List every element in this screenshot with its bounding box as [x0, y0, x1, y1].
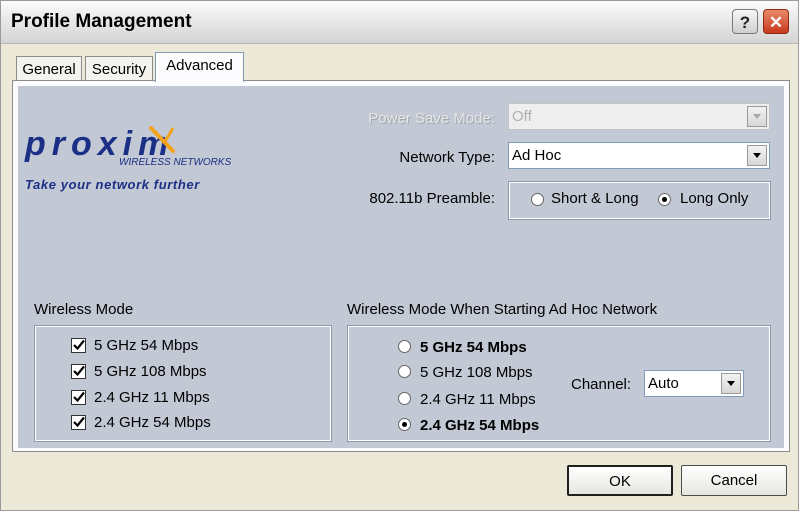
title-bar[interactable]: Profile Management ? ✕ [1, 1, 798, 44]
preamble-long-only-label[interactable]: Long Only [680, 190, 748, 207]
adhoc-label-4[interactable]: 2.4 GHz 54 Mbps [420, 417, 539, 434]
power-save-select[interactable]: Off [508, 103, 770, 130]
adhoc-label-1[interactable]: 5 GHz 54 Mbps [420, 339, 527, 356]
adhoc-radio-3[interactable] [398, 392, 411, 405]
channel-select[interactable]: Auto [644, 370, 744, 397]
ok-button[interactable]: OK [567, 465, 673, 496]
preamble-label: 802.11b Preamble: [369, 190, 495, 207]
logo-tagline: Take your network further [25, 177, 200, 192]
wireless-mode-title: Wireless Mode [34, 301, 134, 318]
channel-value: Auto [648, 375, 679, 392]
preamble-long-only-radio[interactable] [658, 193, 671, 206]
help-button[interactable]: ? [732, 9, 758, 34]
adhoc-radio-1[interactable] [398, 340, 411, 353]
logo-sub-text: WIRELESS NETWORKS [119, 157, 232, 168]
preamble-short-long-label[interactable]: Short & Long [551, 190, 639, 207]
profile-management-dialog: Profile Management ? ✕ General Security … [0, 0, 799, 511]
channel-label: Channel: [571, 376, 632, 393]
wireless-mode-check-4[interactable] [71, 415, 86, 430]
cancel-button[interactable]: Cancel [681, 465, 787, 496]
wireless-mode-label-3[interactable]: 2.4 GHz 11 Mbps [94, 389, 210, 406]
proxim-logo: proxim WIRELESS NETWORKS Take your netwo… [23, 115, 243, 195]
help-icon: ? [739, 13, 751, 32]
network-type-label: Network Type: [399, 149, 495, 166]
wireless-mode-check-2[interactable] [71, 364, 86, 379]
close-button[interactable]: ✕ [763, 9, 789, 34]
adhoc-label-2[interactable]: 5 GHz 108 Mbps [420, 364, 533, 381]
proxim-logo-graphic: proxim WIRELESS NETWORKS Take your netwo… [24, 125, 232, 192]
chevron-down-icon [721, 373, 741, 394]
adhoc-mode-title: Wireless Mode When Starting Ad Hoc Netwo… [347, 301, 658, 318]
window-title: Profile Management [11, 11, 192, 32]
adhoc-label-3[interactable]: 2.4 GHz 11 Mbps [420, 391, 536, 408]
tab-general[interactable]: General [16, 56, 82, 82]
wireless-mode-check-1[interactable] [71, 338, 86, 353]
wireless-mode-label-2[interactable]: 5 GHz 108 Mbps [94, 363, 207, 380]
adhoc-radio-4[interactable] [398, 418, 411, 431]
chevron-down-icon [747, 145, 767, 166]
tab-security[interactable]: Security [85, 56, 153, 82]
wireless-mode-check-3[interactable] [71, 390, 86, 405]
preamble-short-long-radio[interactable] [531, 193, 544, 206]
tab-advanced[interactable]: Advanced [155, 52, 244, 82]
chevron-down-icon [747, 106, 767, 127]
adhoc-radio-2[interactable] [398, 365, 411, 378]
network-type-value: Ad Hoc [512, 147, 562, 164]
close-icon: ✕ [768, 13, 784, 32]
network-type-select[interactable]: Ad Hoc [508, 142, 770, 169]
power-save-label: Power Save Mode: [368, 110, 495, 127]
wireless-mode-label-4[interactable]: 2.4 GHz 54 Mbps [94, 414, 211, 431]
power-save-value: Off [512, 108, 532, 125]
wireless-mode-label-1[interactable]: 5 GHz 54 Mbps [94, 337, 198, 354]
